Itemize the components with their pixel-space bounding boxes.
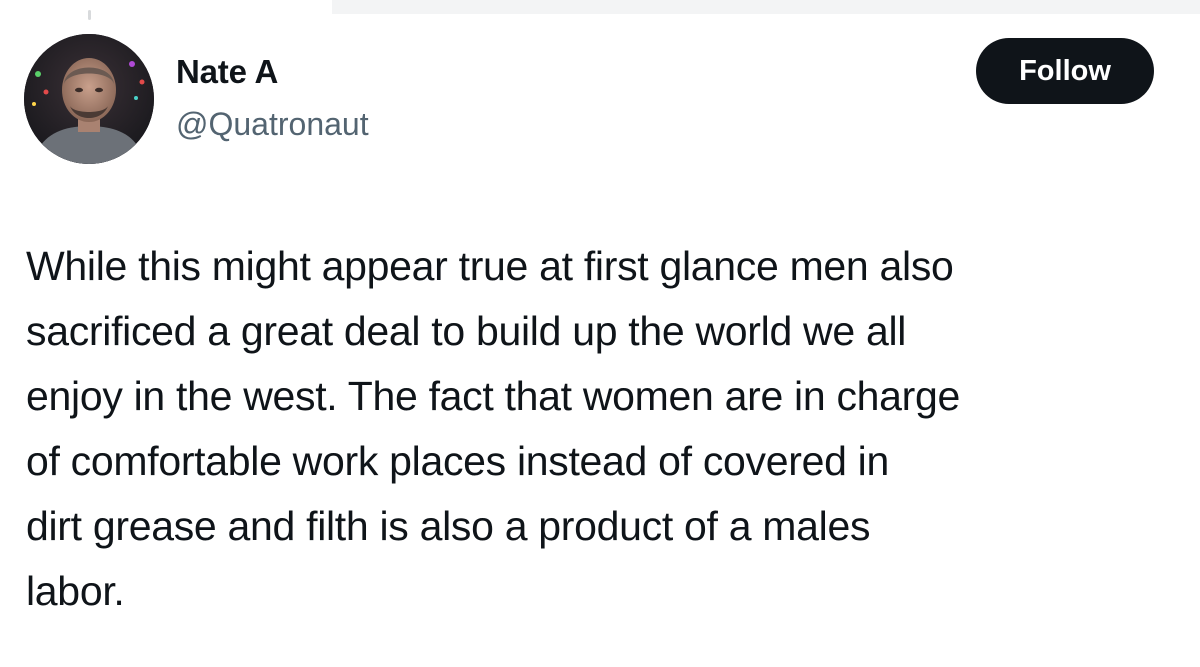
avatar-photo-icon	[24, 34, 154, 164]
tweet-text-line: sacrificed a great deal to build up the …	[26, 308, 907, 354]
top-divider-strip	[0, 0, 1200, 20]
tweet-body: While this might appear true at first gl…	[26, 234, 1186, 624]
previous-post-edge	[332, 0, 1200, 14]
author-handle[interactable]: @Quatronaut	[176, 104, 369, 144]
avatar[interactable]	[24, 34, 154, 164]
author-name[interactable]: Nate A	[176, 52, 278, 92]
tweet-text-line: of comfortable work places instead of co…	[26, 438, 889, 484]
tweet-card: Nate A @Quatronaut Follow While this mig…	[0, 14, 1200, 667]
tweet-text-line: While this might appear true at first gl…	[26, 243, 954, 289]
tweet-text-line: dirt grease and filth is also a product …	[26, 503, 871, 549]
follow-button[interactable]: Follow	[976, 38, 1154, 104]
tweet-text-line: enjoy in the west. The fact that women a…	[26, 373, 961, 419]
tweet-text-line: labor.	[26, 568, 125, 614]
